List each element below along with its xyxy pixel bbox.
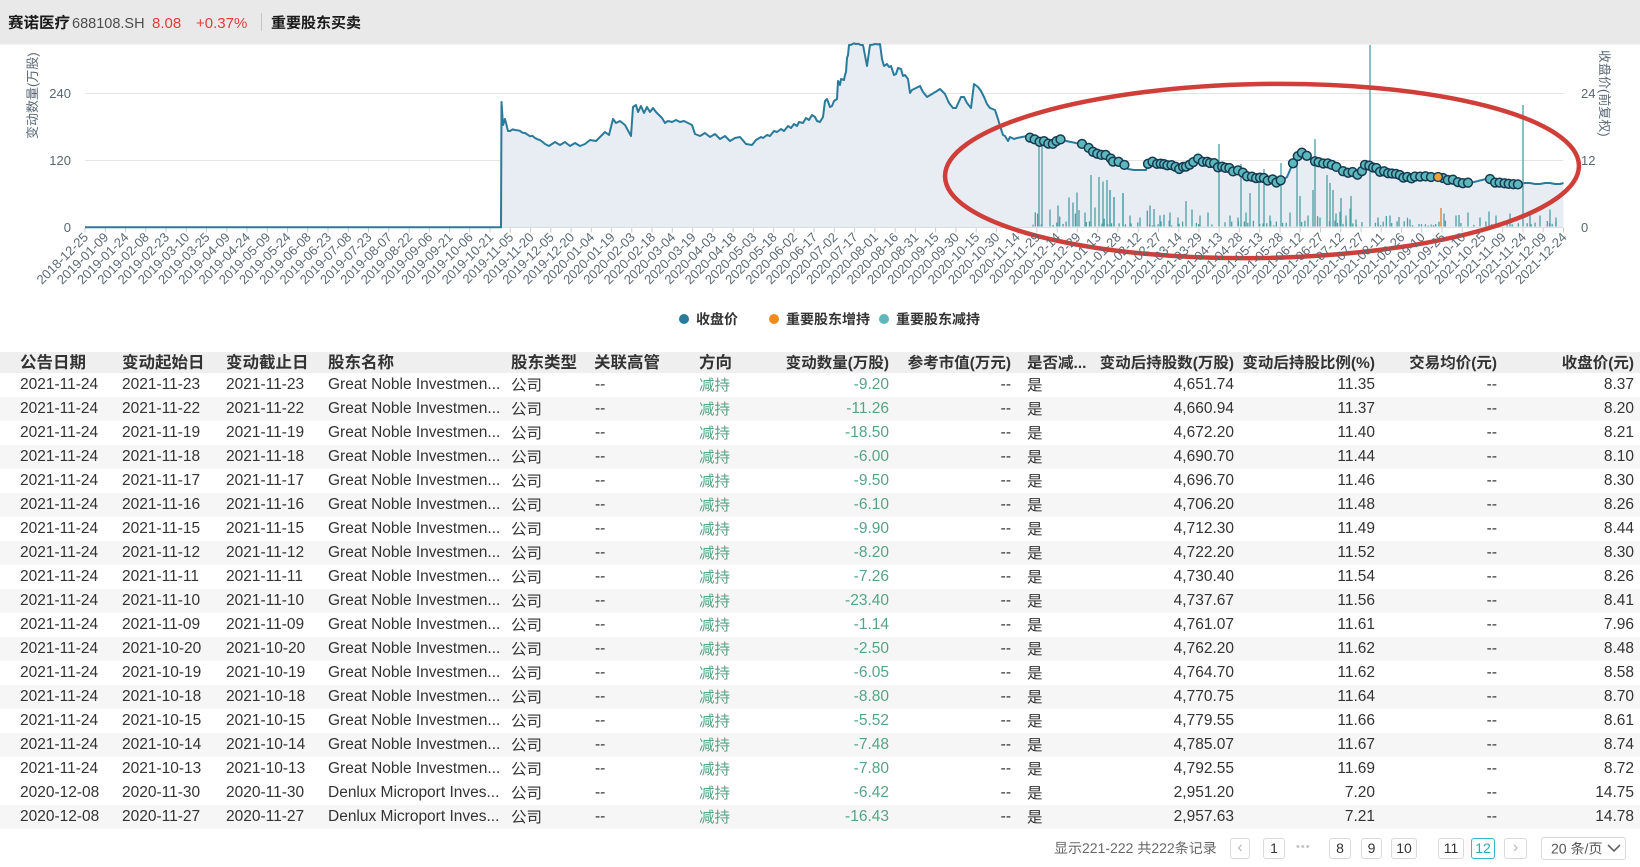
svg-text:8.08: 8.08 [152, 15, 181, 32]
svg-text:0: 0 [64, 220, 71, 235]
svg-text:24: 24 [1581, 86, 1595, 101]
svg-text:240: 240 [49, 86, 71, 101]
svg-text:+0.37%: +0.37% [196, 15, 247, 32]
svg-text:688108.SH: 688108.SH [72, 16, 145, 32]
svg-text:120: 120 [49, 153, 71, 168]
svg-text:12: 12 [1581, 153, 1595, 168]
svg-text:0: 0 [1581, 220, 1588, 235]
